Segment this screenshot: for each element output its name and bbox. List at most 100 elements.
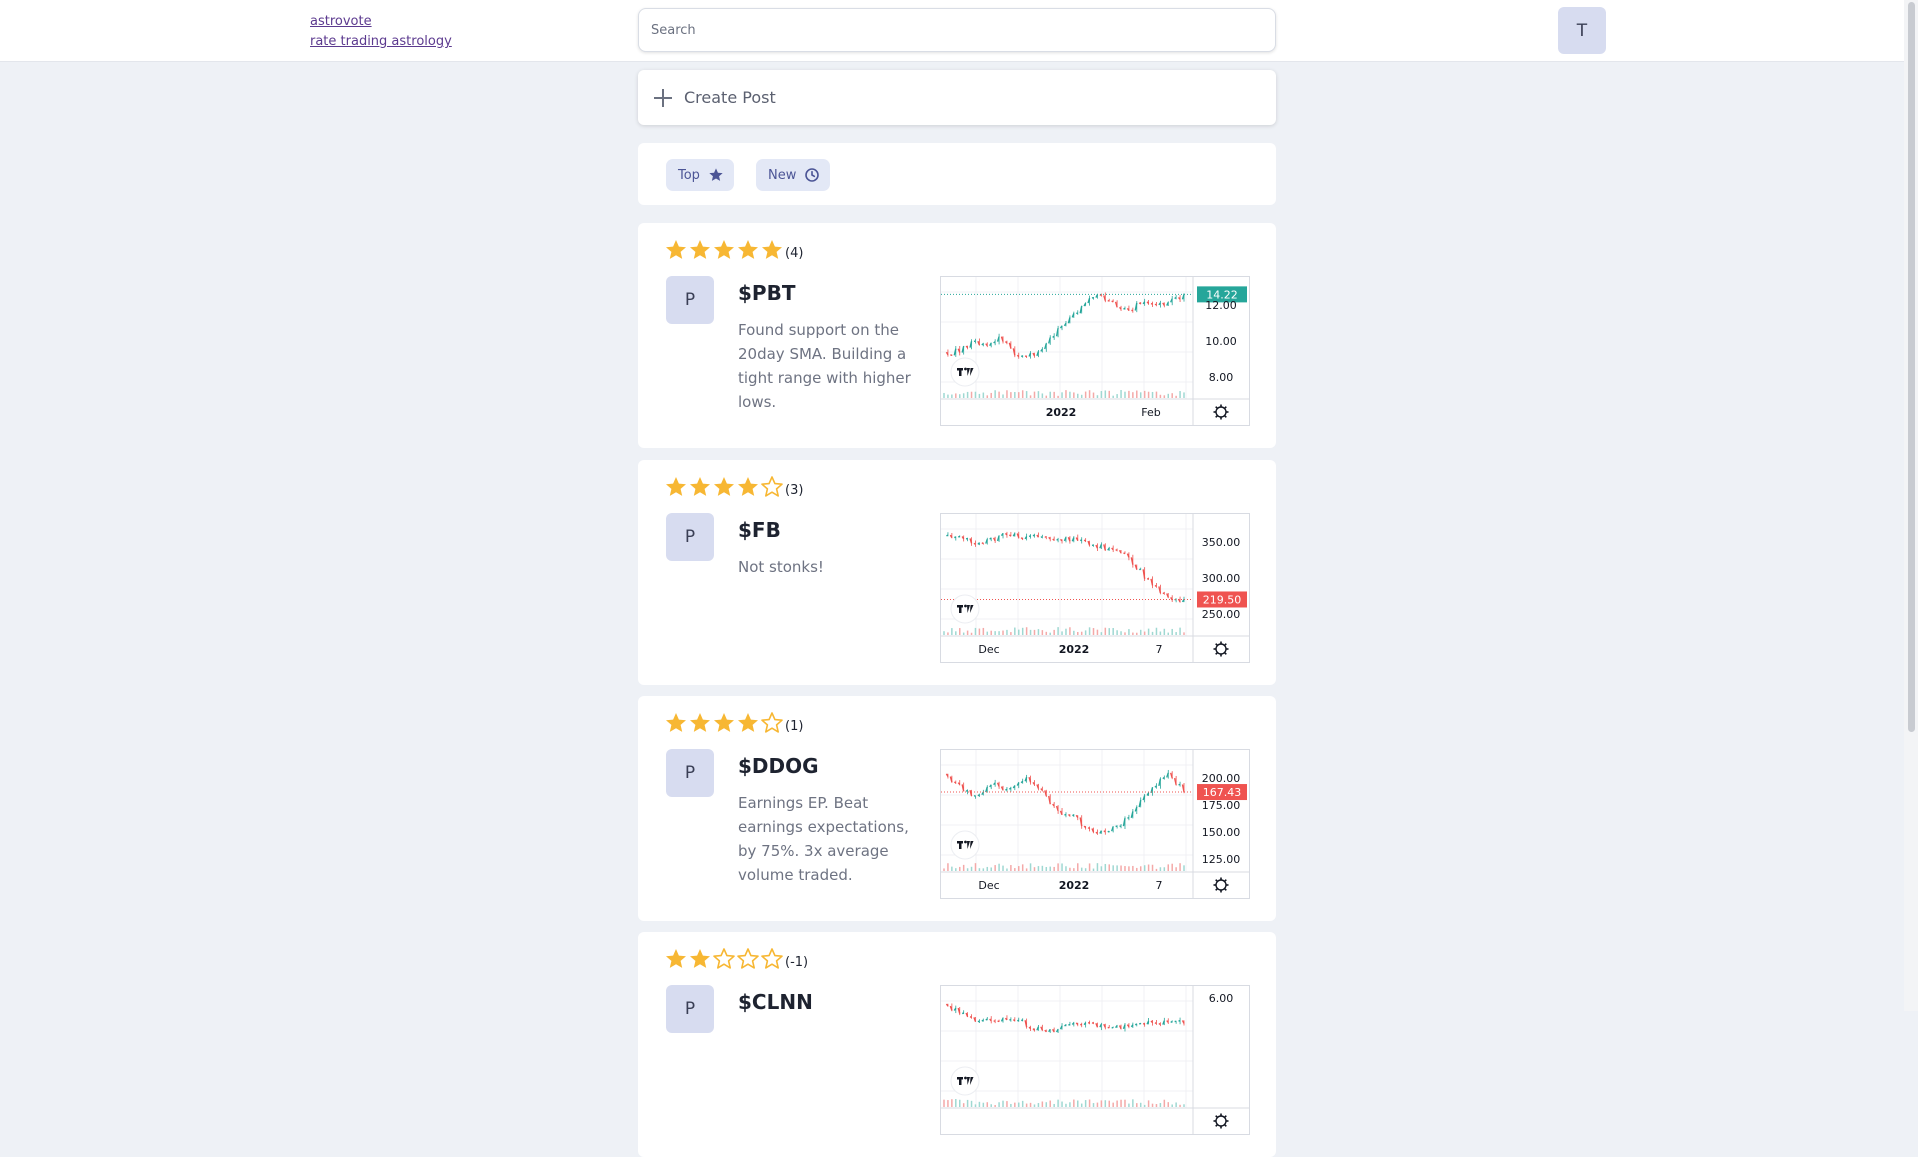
- clock-icon: [804, 167, 820, 183]
- time-axis-label: Dec: [978, 879, 999, 892]
- stock-chart[interactable]: 14.2212.0010.008.002022Feb: [940, 276, 1250, 426]
- chart-canvas: 6.00: [941, 986, 1249, 1134]
- stock-chart[interactable]: 6.00: [940, 985, 1250, 1135]
- rating-star-2[interactable]: [688, 475, 712, 499]
- tradingview-logo-icon[interactable]: [951, 831, 979, 859]
- price-axis-label: 10.00: [1205, 335, 1237, 348]
- rating-star-3[interactable]: [712, 947, 736, 971]
- star-filled-icon: [736, 475, 760, 499]
- filter-new-button[interactable]: New: [756, 159, 830, 191]
- star-filled-icon: [688, 238, 712, 262]
- post-card[interactable]: (1) P $DDOG Earnings EP. Beat earnings e…: [638, 696, 1276, 921]
- star-filled-icon: [688, 947, 712, 971]
- rating-stars[interactable]: (3): [664, 475, 803, 499]
- post-ticker[interactable]: $DDOG: [738, 754, 819, 778]
- rating-count: (3): [785, 483, 803, 498]
- time-axis-label: 2022: [1059, 879, 1090, 892]
- post-card[interactable]: (3) P $FB Not stonks! 219.50350.00300.00…: [638, 460, 1276, 685]
- star-filled-icon: [712, 238, 736, 262]
- scrollbar-thumb[interactable]: [1908, 2, 1915, 732]
- tradingview-logo-icon[interactable]: [951, 358, 979, 386]
- star-filled-icon: [712, 475, 736, 499]
- brand-name-link[interactable]: astrovote: [310, 12, 452, 32]
- rating-star-1[interactable]: [664, 475, 688, 499]
- price-axis-label: 150.00: [1202, 826, 1241, 839]
- price-axis-label: 175.00: [1202, 799, 1241, 812]
- price-axis-label: 250.00: [1202, 608, 1241, 621]
- rating-star-1[interactable]: [664, 238, 688, 262]
- user-avatar[interactable]: T: [1558, 7, 1606, 54]
- rating-star-5[interactable]: [760, 711, 784, 735]
- rating-star-2[interactable]: [688, 947, 712, 971]
- time-axis-label: 7: [1156, 879, 1163, 892]
- rating-stars[interactable]: (-1): [664, 947, 808, 971]
- price-axis-label: 350.00: [1202, 536, 1241, 549]
- gear-icon[interactable]: [1214, 878, 1229, 893]
- filter-top-button[interactable]: Top: [666, 159, 734, 191]
- time-axis-label: 2022: [1046, 406, 1077, 419]
- price-axis-label: 6.00: [1209, 992, 1234, 1005]
- stock-chart[interactable]: 167.43200.00 175.00 150.00 125.00 Dec 2022 7: [940, 749, 1250, 899]
- author-avatar[interactable]: P: [666, 985, 714, 1033]
- search-input[interactable]: [638, 8, 1276, 52]
- star-outline-icon: [712, 947, 736, 971]
- rating-star-5[interactable]: [760, 238, 784, 262]
- star-outline-icon: [760, 475, 784, 499]
- scrollbar[interactable]: [1904, 0, 1918, 1011]
- star-filled-icon: [736, 711, 760, 735]
- rating-star-4[interactable]: [736, 238, 760, 262]
- last-price-label: 167.43: [1203, 786, 1242, 799]
- tradingview-logo-icon[interactable]: [951, 1067, 979, 1095]
- star-filled-icon: [688, 475, 712, 499]
- price-axis-label: 200.00: [1202, 772, 1241, 785]
- chart-canvas: 167.43200.00 175.00 150.00 125.00 Dec 2022 7: [941, 750, 1249, 898]
- rating-stars[interactable]: (4): [664, 238, 803, 262]
- time-axis-label: Feb: [1141, 406, 1160, 419]
- rating-star-4[interactable]: [736, 475, 760, 499]
- rating-star-4[interactable]: [736, 947, 760, 971]
- rating-count: (-1): [785, 955, 808, 970]
- brand-tagline-link[interactable]: rate trading astrology: [310, 32, 452, 52]
- rating-star-4[interactable]: [736, 711, 760, 735]
- price-axis-label: 300.00: [1202, 572, 1241, 585]
- author-avatar[interactable]: P: [666, 749, 714, 797]
- post-card[interactable]: (-1) P $CLNN 6.00: [638, 932, 1276, 1157]
- post-body: Earnings EP. Beat earnings expectations,…: [738, 791, 918, 887]
- post-card[interactable]: (4) P $PBT Found support on the 20day SM…: [638, 223, 1276, 448]
- stock-chart[interactable]: 219.50350.00300.00250.00Dec20227: [940, 513, 1250, 663]
- post-ticker[interactable]: $PBT: [738, 281, 795, 305]
- star-outline-icon: [736, 947, 760, 971]
- plus-icon: [654, 89, 672, 107]
- author-avatar[interactable]: P: [666, 276, 714, 324]
- rating-star-1[interactable]: [664, 947, 688, 971]
- tradingview-logo-icon[interactable]: [951, 595, 979, 623]
- post-body: Found support on the 20day SMA. Building…: [738, 318, 918, 414]
- rating-star-2[interactable]: [688, 711, 712, 735]
- star-icon: [708, 167, 724, 183]
- rating-star-3[interactable]: [712, 238, 736, 262]
- star-filled-icon: [688, 711, 712, 735]
- create-post-button[interactable]: Create Post: [638, 70, 1276, 125]
- gear-icon[interactable]: [1214, 1114, 1229, 1129]
- chart-canvas: 219.50350.00300.00250.00Dec20227: [941, 514, 1249, 662]
- post-ticker[interactable]: $FB: [738, 518, 781, 542]
- gear-icon[interactable]: [1214, 642, 1229, 657]
- rating-star-2[interactable]: [688, 238, 712, 262]
- time-axis-label: 7: [1156, 643, 1163, 656]
- post-ticker[interactable]: $CLNN: [738, 990, 813, 1014]
- rating-stars[interactable]: (1): [664, 711, 803, 735]
- time-axis-label: Dec: [978, 643, 999, 656]
- author-avatar[interactable]: P: [666, 513, 714, 561]
- rating-star-5[interactable]: [760, 475, 784, 499]
- rating-count: (4): [785, 246, 803, 261]
- rating-star-5[interactable]: [760, 947, 784, 971]
- price-axis-label: 125.00: [1202, 853, 1241, 866]
- gear-icon[interactable]: [1214, 405, 1229, 420]
- rating-star-1[interactable]: [664, 711, 688, 735]
- rating-star-3[interactable]: [712, 711, 736, 735]
- star-outline-icon: [760, 711, 784, 735]
- star-filled-icon: [712, 711, 736, 735]
- post-body: Not stonks!: [738, 555, 918, 579]
- rating-star-3[interactable]: [712, 475, 736, 499]
- top-bar: astrovote rate trading astrology T: [0, 0, 1918, 62]
